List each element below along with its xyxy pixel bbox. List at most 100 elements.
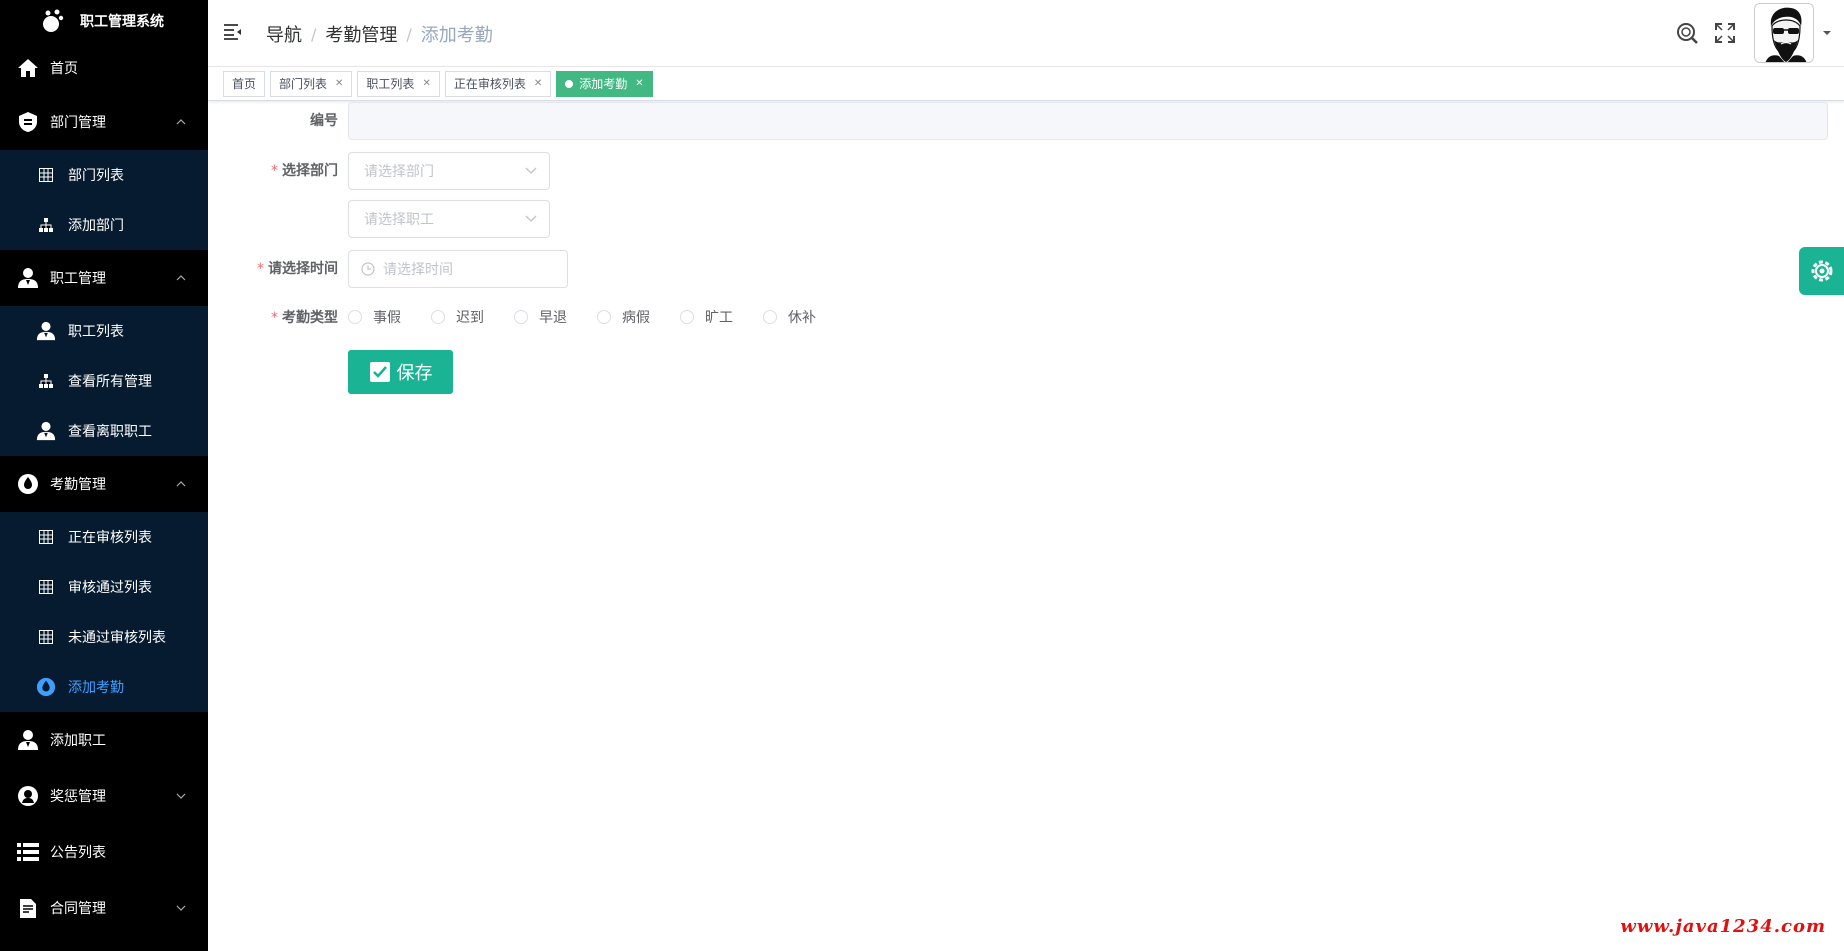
employee-select[interactable]: 请选择职工: [348, 200, 550, 238]
tag-home[interactable]: 首页: [223, 70, 266, 97]
tag-label: 部门列表: [279, 77, 328, 91]
sidebar-item-department-list[interactable]: 部门列表: [0, 150, 208, 200]
sidebar-item-department[interactable]: 部门管理: [0, 94, 208, 150]
sidebar-item-rejected-list[interactable]: 未通过审核列表: [0, 612, 208, 662]
radio-circle[interactable]: [514, 310, 528, 324]
app-title: 职工管理系统: [80, 14, 164, 30]
sidebar-item-label: 正在审核列表: [68, 530, 152, 546]
close-icon[interactable]: ✕: [335, 78, 343, 89]
sidebar-item-pending-list[interactable]: 正在审核列表: [0, 512, 208, 562]
sidebar-item-add-department[interactable]: 添加部门: [0, 200, 208, 250]
radio-sick-leave[interactable]: 病假: [597, 307, 650, 327]
radio-circle[interactable]: [763, 310, 777, 324]
attendance-type-group: 事假 迟到 早退 病假 旷工 休补: [348, 307, 846, 327]
top-navbar: 导航 / 考勤管理 / 添加考勤: [208, 0, 1844, 67]
sidebar-item-all-managers[interactable]: 查看所有管理: [0, 356, 208, 406]
sidebar-item-label: 添加职工: [50, 733, 106, 749]
radio-personal-leave[interactable]: 事假: [348, 307, 401, 327]
logo-icon: [43, 9, 64, 32]
submenu-department: 部门列表 添加部门: [0, 150, 208, 250]
user-icon: [16, 266, 40, 290]
search-icon[interactable]: [1674, 20, 1700, 46]
tag-label: 首页: [232, 77, 257, 91]
tag-add-attendance[interactable]: 添加考勤 ✕: [556, 70, 653, 97]
radio-circle[interactable]: [597, 310, 611, 324]
menu-toggle-icon[interactable]: [224, 24, 242, 40]
sidebar-item-label: 考勤管理: [50, 477, 106, 493]
radio-label: 旷工: [705, 310, 733, 326]
breadcrumb-item[interactable]: 导航: [266, 21, 302, 47]
sidebar-item-label: 部门列表: [68, 168, 124, 184]
sidebar-item-label: 首页: [50, 61, 78, 77]
time-picker-placeholder: 请选择时间: [383, 262, 453, 278]
radio-early-leave[interactable]: 早退: [514, 307, 567, 327]
tag-label: 添加考勤: [579, 77, 628, 91]
sidebar-item-resigned[interactable]: 查看离职职工: [0, 406, 208, 456]
required-mark: *: [271, 163, 278, 179]
tag-department-list[interactable]: 部门列表 ✕: [270, 70, 353, 97]
user-icon: [36, 321, 56, 341]
type-label-text: 考勤类型: [282, 310, 338, 326]
breadcrumb-item[interactable]: 考勤管理: [325, 21, 397, 47]
radio-circle[interactable]: [680, 310, 694, 324]
sidebar-item-label: 职工管理: [50, 271, 106, 287]
close-icon[interactable]: ✕: [635, 78, 643, 89]
sidebar-item-rewards[interactable]: 奖惩管理: [0, 768, 208, 824]
department-select[interactable]: 请选择部门: [348, 152, 550, 190]
chevron-up-icon: [176, 481, 186, 487]
header-actions: [1674, 0, 1832, 66]
home-icon: [16, 56, 40, 80]
close-icon[interactable]: ✕: [422, 78, 430, 89]
id-field[interactable]: [348, 102, 1828, 140]
contract-icon: [16, 896, 40, 920]
required-mark: *: [271, 310, 278, 326]
sidebar-item-employee-list[interactable]: 职工列表: [0, 306, 208, 356]
org-tree-icon: [36, 215, 56, 235]
radio-circle[interactable]: [348, 310, 362, 324]
radio-circle[interactable]: [431, 310, 445, 324]
tags-view: 首页 部门列表 ✕ 职工列表 ✕ 正在审核列表 ✕ 添加考勤 ✕: [208, 67, 1844, 101]
avatar[interactable]: [1754, 3, 1814, 63]
radio-label: 事假: [373, 310, 401, 326]
chevron-down-icon: [176, 793, 186, 799]
tag-employee-list[interactable]: 职工列表 ✕: [357, 70, 440, 97]
table-icon: [36, 165, 56, 185]
sidebar-item-label: 添加部门: [68, 218, 124, 234]
radio-late[interactable]: 迟到: [431, 307, 484, 327]
breadcrumb-separator: /: [311, 24, 317, 44]
sidebar-item-home[interactable]: 首页: [0, 42, 208, 94]
radio-label: 早退: [539, 310, 567, 326]
chevron-down-icon: [525, 215, 537, 222]
org-tree-icon: [36, 371, 56, 391]
close-icon[interactable]: ✕: [534, 78, 542, 89]
tag-label: 职工列表: [366, 77, 415, 91]
chevron-up-icon: [176, 275, 186, 281]
clock-icon: [361, 262, 375, 276]
sidebar-item-contracts[interactable]: 合同管理: [0, 880, 208, 936]
time-picker[interactable]: 请选择时间: [348, 250, 568, 288]
app-logo: 职工管理系统: [0, 0, 208, 42]
drop-icon: [36, 677, 56, 697]
gear-icon: [1811, 260, 1832, 282]
sidebar-item-employee[interactable]: 职工管理: [0, 250, 208, 306]
sidebar-item-announcements[interactable]: 公告列表: [0, 824, 208, 880]
caret-down-icon[interactable]: [1822, 28, 1832, 38]
sidebar-item-label: 审核通过列表: [68, 580, 152, 596]
id-label: 编号: [310, 113, 338, 129]
sidebar-item-approved-list[interactable]: 审核通过列表: [0, 562, 208, 612]
sidebar-item-add-attendance[interactable]: 添加考勤: [0, 662, 208, 712]
department-select-placeholder: 请选择部门: [364, 164, 434, 180]
settings-drawer-toggle[interactable]: [1799, 247, 1844, 295]
table-icon: [36, 577, 56, 597]
radio-compensatory-leave[interactable]: 休补: [763, 307, 816, 327]
radio-absent[interactable]: 旷工: [680, 307, 733, 327]
watermark: www.java1234.com: [1620, 916, 1826, 937]
breadcrumb: 导航 / 考勤管理 / 添加考勤: [266, 21, 493, 47]
tag-pending-list[interactable]: 正在审核列表 ✕: [444, 70, 552, 97]
drop-icon: [16, 472, 40, 496]
sidebar-item-add-employee[interactable]: 添加职工: [0, 712, 208, 768]
table-icon: [36, 527, 56, 547]
save-button[interactable]: 保存: [348, 350, 453, 394]
fullscreen-icon[interactable]: [1712, 20, 1738, 46]
sidebar-item-attendance[interactable]: 考勤管理: [0, 456, 208, 512]
